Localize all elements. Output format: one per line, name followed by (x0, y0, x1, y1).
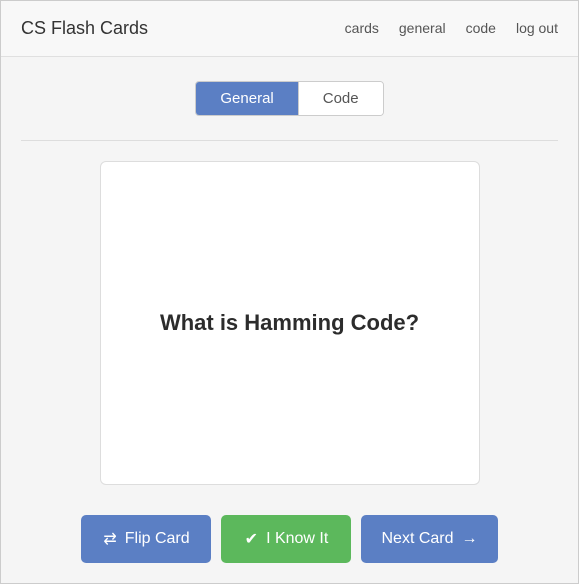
divider (21, 140, 558, 141)
flash-card: What is Hamming Code? (100, 161, 480, 485)
nav-item-code[interactable]: code (466, 20, 496, 38)
check-icon: ✔ (245, 529, 258, 549)
nav-item-general[interactable]: general (399, 20, 446, 38)
flip-card-button[interactable]: ⇄ Flip Card (81, 515, 211, 563)
navbar-nav: cards general code log out (345, 20, 558, 38)
navbar-brand: CS Flash Cards (21, 18, 345, 39)
arrow-right-icon: → (462, 530, 478, 548)
nav-link-code[interactable]: code (466, 20, 496, 36)
nav-link-cards[interactable]: cards (345, 20, 379, 36)
navbar: CS Flash Cards cards general code log ou… (1, 1, 578, 57)
tab-general[interactable]: General (196, 82, 297, 115)
nav-link-logout[interactable]: log out (516, 20, 558, 36)
flip-card-label: Flip Card (125, 530, 190, 548)
nav-item-logout[interactable]: log out (516, 20, 558, 38)
know-it-button[interactable]: ✔ I Know It (221, 515, 351, 563)
nav-item-cards[interactable]: cards (345, 20, 379, 38)
action-buttons: ⇄ Flip Card ✔ I Know It Next Card → (21, 515, 558, 563)
app-container: CS Flash Cards cards general code log ou… (0, 0, 579, 584)
tab-code[interactable]: Code (298, 82, 383, 115)
main-content: General Code What is Hamming Code? ⇄ Fli… (1, 57, 578, 583)
tab-group: General Code (195, 81, 383, 116)
next-card-label: Next Card (381, 530, 453, 548)
nav-link-general[interactable]: general (399, 20, 446, 36)
flip-icon: ⇄ (103, 529, 116, 549)
flash-card-question: What is Hamming Code? (160, 308, 419, 339)
next-card-button[interactable]: Next Card → (361, 515, 497, 563)
know-it-label: I Know It (266, 530, 328, 548)
